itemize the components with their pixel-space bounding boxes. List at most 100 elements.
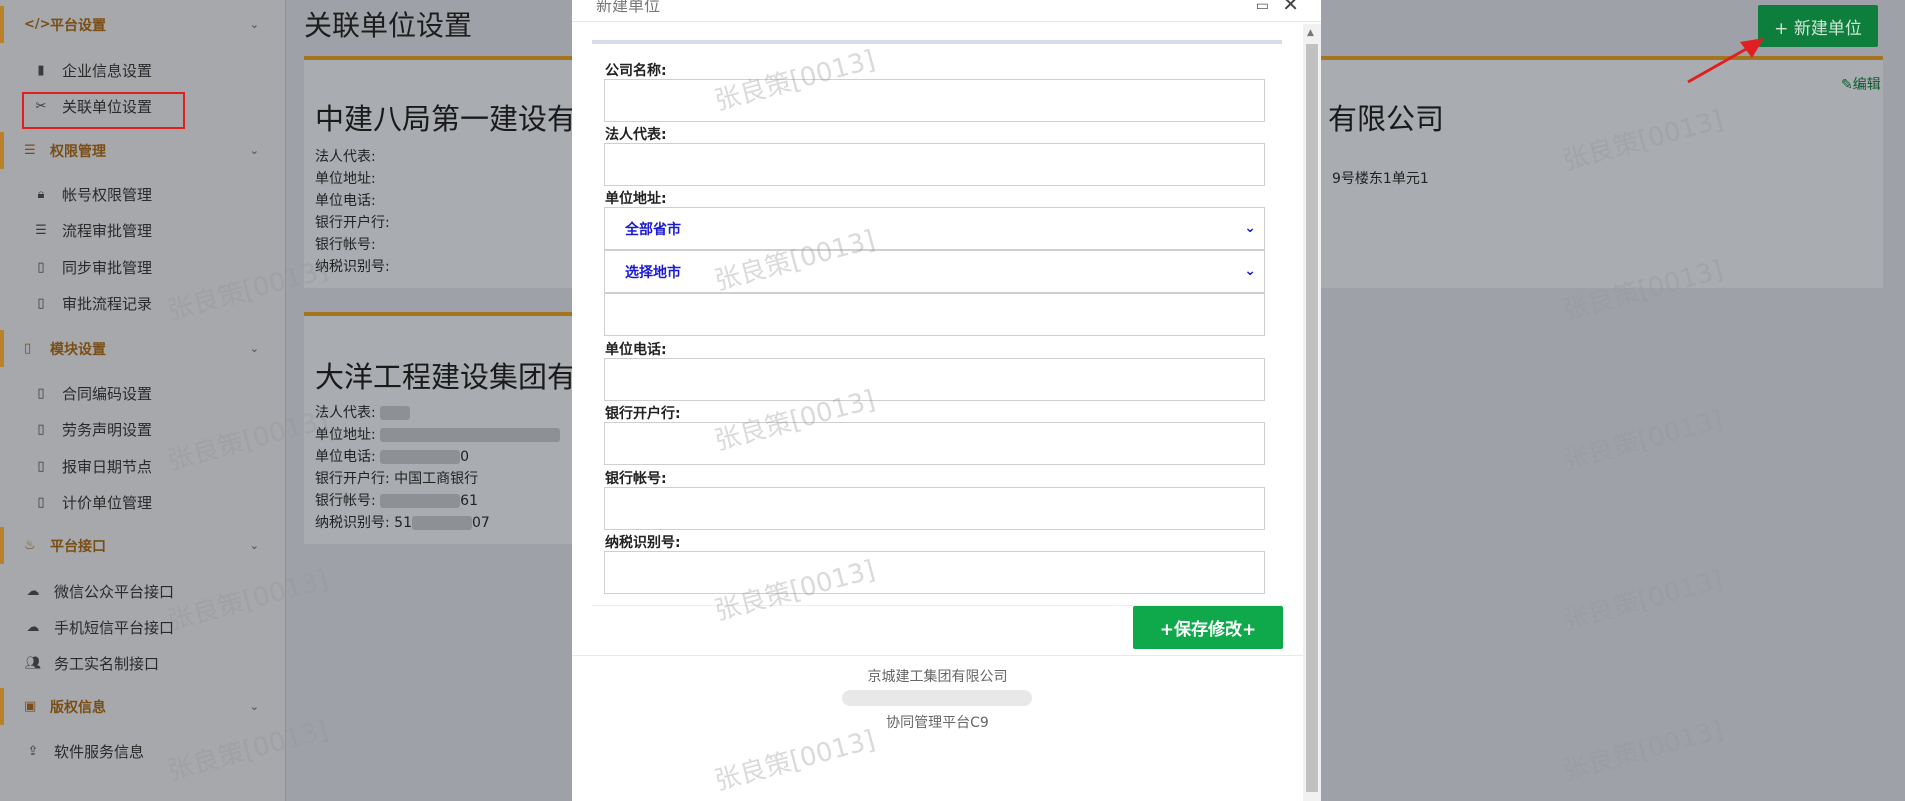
- sidebar-item-approval-records[interactable]: ▯ 审批流程记录: [0, 285, 285, 321]
- label-tax-id: 纳税识别号:: [605, 535, 681, 551]
- sidebar-item-label: 手机短信平台接口: [54, 618, 175, 637]
- row-tax: 纳税识别号:: [315, 259, 390, 275]
- sidebar-item-labor-statement[interactable]: ▯ 劳务声明设置: [0, 411, 285, 447]
- file-icon: ▯: [37, 458, 45, 474]
- row-phone: 单位电话:: [315, 193, 376, 209]
- wechat-icon: ☁: [26, 583, 40, 599]
- section-title: 权限管理: [50, 143, 106, 160]
- sidebar-item-label: 报审日期节点: [62, 457, 153, 476]
- chevron-down-icon: ⌄: [1244, 263, 1256, 279]
- sidebar-item-label: 计价单位管理: [62, 493, 153, 512]
- chevron-down-icon: ⌄: [249, 700, 259, 713]
- file-icon: ▯: [37, 494, 45, 510]
- bank-input[interactable]: [604, 422, 1265, 465]
- sidebar-item-review-date[interactable]: ▯ 报审日期节点: [0, 448, 285, 484]
- highlight-box: [22, 92, 185, 129]
- scroll-up-icon[interactable]: ▲: [1307, 28, 1314, 38]
- maximize-icon[interactable]: ▭: [1256, 0, 1269, 14]
- users-icon: 👥︎: [24, 655, 42, 671]
- label-bank: 银行开户行:: [605, 406, 681, 422]
- account-input[interactable]: [604, 487, 1265, 530]
- list-icon: ☰: [35, 222, 47, 238]
- close-icon[interactable]: ✕: [1282, 0, 1299, 16]
- province-select-value: 全部省市: [625, 221, 681, 238]
- sidebar-item-label: 流程审批管理: [62, 221, 153, 240]
- app-root: </> 平台设置 ⌄ ▮ 企业信息设置 ✂ 关联单位设置 ☰ 权限管理 ⌄ 🔒︎…: [0, 0, 1905, 801]
- scroll-thumb[interactable]: [1306, 44, 1318, 792]
- code-icon: </>: [24, 17, 51, 32]
- label-phone: 单位电话:: [605, 342, 667, 358]
- unit-card-rows: 法人代表: 单位地址: 单位电话: 0 银行开户行: 中国工商银行 银行帐号: …: [315, 402, 561, 534]
- sidebar-item-label: 审批流程记录: [62, 294, 153, 313]
- row-account: 银行帐号:: [315, 237, 376, 253]
- file-icon: ▯: [37, 421, 45, 437]
- row-legal: 法人代表:: [315, 402, 560, 424]
- row-phone: 单位电话: 0: [315, 449, 470, 465]
- sidebar-item-wechat-api[interactable]: ☁ 微信公众平台接口: [0, 573, 285, 609]
- unit-card-title: 大洋工程建设集团有: [315, 360, 577, 394]
- modal-title: 新建单位: [596, 0, 661, 15]
- row-address: 单位地址:: [315, 424, 561, 446]
- sidebar-item-software-service[interactable]: ⇪ 软件服务信息: [0, 733, 285, 769]
- sidebar-item-account-perm[interactable]: 🔒︎ 帐号权限管理: [0, 176, 285, 212]
- unit-form: 公司名称: 法人代表: 单位地址: 全部省市 ⌄ 选择地市 ⌄ 单位电话: 银行…: [592, 40, 1282, 606]
- modal-footer: 京城建工集团有限公司 协同管理平台C9: [572, 655, 1303, 801]
- sidebar-section-interfaces[interactable]: ♨ 平台接口 ⌄: [0, 527, 285, 564]
- sidebar-item-label: 同步审批管理: [62, 258, 153, 277]
- sidebar-item-label: 软件服务信息: [54, 742, 145, 761]
- sidebar-section-modules[interactable]: ▯ 模块设置 ⌄: [0, 330, 285, 367]
- province-select[interactable]: 全部省市 ⌄: [604, 207, 1265, 250]
- address-input[interactable]: [604, 293, 1265, 336]
- sidebar-item-label: 务工实名制接口: [54, 654, 160, 673]
- modal-header: 新建单位 ▭ ✕: [572, 0, 1321, 22]
- file-icon: ▯: [37, 385, 45, 401]
- lock-icon: 🔒︎: [37, 186, 45, 202]
- chevron-down-icon: ⌄: [249, 342, 259, 355]
- row-address: 单位地址:: [315, 171, 376, 187]
- sidebar-item-pricing-unit[interactable]: ▯ 计价单位管理: [0, 484, 285, 520]
- sidebar-section-permissions[interactable]: ☰ 权限管理 ⌄: [0, 132, 285, 169]
- chevron-down-icon: ⌄: [249, 18, 259, 31]
- sidebar-section-platform[interactable]: </> 平台设置 ⌄: [0, 6, 285, 43]
- new-unit-modal: 新建单位 ▭ ✕ ▲ 公司名称: 法人代表: 单位地址: 全部省市 ⌄ 选择地市…: [572, 0, 1321, 801]
- legal-rep-input[interactable]: [604, 143, 1265, 186]
- edit-icon: ✎: [1841, 77, 1853, 93]
- save-button[interactable]: +保存修改+: [1133, 606, 1283, 649]
- sidebar-item-label: 合同编码设置: [62, 384, 153, 403]
- modal-scrollbar[interactable]: ▲: [1303, 24, 1321, 801]
- label-account: 银行帐号:: [605, 471, 667, 487]
- upload-icon: ⇪: [27, 743, 39, 759]
- sidebar-item-flow-approval[interactable]: ☰ 流程审批管理: [0, 212, 285, 248]
- row-tax: 纳税识别号: 51 07: [315, 515, 490, 531]
- sidebar-item-sms-api[interactable]: ☁ 手机短信平台接口: [0, 609, 285, 645]
- sidebar-section-copyright[interactable]: ▣ 版权信息 ⌄: [0, 688, 285, 725]
- footer-platform: 协同管理平台C9: [886, 715, 989, 731]
- unit-card-rows: 法人代表: 单位地址: 单位电话: 银行开户行: 银行帐号: 纳税识别号:: [315, 146, 390, 278]
- edit-link[interactable]: ✎编辑: [1841, 74, 1881, 94]
- city-select[interactable]: 选择地市 ⌄: [604, 250, 1265, 293]
- row-bank: 银行开户行: 中国工商银行: [315, 471, 479, 487]
- section-title: 平台接口: [50, 538, 106, 555]
- label-address: 单位地址:: [605, 191, 667, 207]
- phone-input[interactable]: [604, 358, 1265, 401]
- chevron-down-icon: ⌄: [1244, 220, 1256, 236]
- annotation-arrow-icon: [1687, 38, 1764, 84]
- sidebar-item-realname-api[interactable]: 👥︎ 务工实名制接口: [0, 645, 285, 681]
- sidebar-item-sync-approval[interactable]: ▯ 同步审批管理: [0, 249, 285, 285]
- sidebar: </> 平台设置 ⌄ ▮ 企业信息设置 ✂ 关联单位设置 ☰ 权限管理 ⌄ 🔒︎…: [0, 0, 286, 801]
- company-name-input[interactable]: [604, 79, 1265, 122]
- section-title: 模块设置: [50, 341, 106, 358]
- unit-card-title-right: 有限公司: [1328, 102, 1445, 136]
- sidebar-item-company-info[interactable]: ▮ 企业信息设置: [0, 52, 285, 88]
- section-title: 版权信息: [50, 699, 106, 716]
- row-bank: 银行开户行:: [315, 215, 390, 231]
- list-icon: ☰: [24, 143, 36, 158]
- sidebar-item-contract-code[interactable]: ▯ 合同编码设置: [0, 375, 285, 411]
- new-unit-button[interactable]: + 新建单位: [1758, 5, 1878, 47]
- unit-card-title: 中建八局第一建设有: [315, 102, 577, 136]
- row-legal: 法人代表:: [315, 149, 376, 165]
- footer-redacted: [842, 690, 1032, 706]
- footer-company: 京城建工集团有限公司: [867, 669, 1008, 685]
- tax-id-input[interactable]: [604, 551, 1265, 594]
- label-legal-rep: 法人代表:: [605, 127, 667, 143]
